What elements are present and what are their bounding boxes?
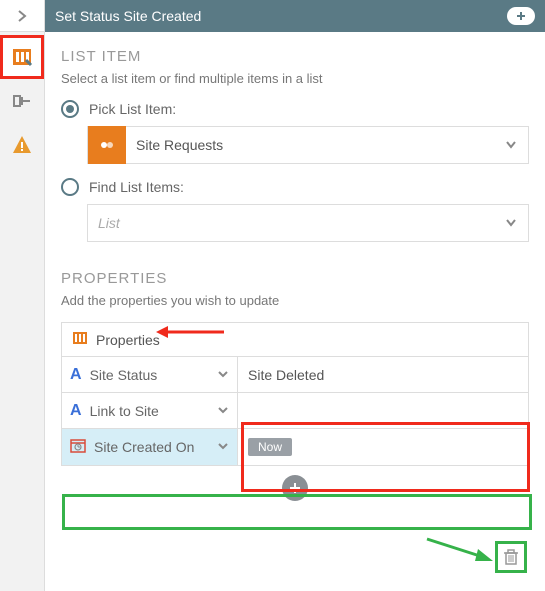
chevron-down-icon [504, 215, 518, 232]
find-list-items-radio[interactable] [61, 178, 79, 196]
add-action-pill[interactable] [507, 7, 535, 25]
delete-highlight [495, 541, 527, 573]
find-list-items-placeholder: List [98, 215, 120, 231]
property-value-text: Site Deleted [248, 367, 324, 383]
text-type-icon: A [70, 366, 82, 384]
property-key-select[interactable]: Site Created On [62, 429, 238, 465]
property-key-select[interactable]: A Link to Site [62, 393, 238, 428]
now-chip[interactable]: Now [248, 438, 292, 456]
chevron-down-icon [217, 367, 229, 383]
property-value-input[interactable] [238, 393, 528, 428]
site-requests-icon [88, 126, 126, 164]
form-tab[interactable] [3, 82, 41, 120]
property-key-select[interactable]: A Site Status [62, 357, 238, 392]
pick-list-item-label: Pick List Item: [89, 101, 176, 117]
properties-icon [72, 330, 88, 349]
panel-title: Set Status Site Created [55, 8, 201, 24]
find-list-items-label: Find List Items: [89, 179, 184, 195]
list-tab[interactable] [3, 38, 41, 76]
properties-table: Properties A Site Status Site Deleted A [61, 322, 529, 466]
properties-section-title: PROPERTIES [61, 270, 529, 287]
sidebar [0, 0, 45, 591]
properties-subtitle: Add the properties you wish to update [61, 293, 529, 308]
properties-table-header: Properties [62, 323, 528, 357]
date-type-icon [70, 437, 86, 457]
delete-button[interactable] [500, 546, 522, 568]
chevron-down-icon [217, 403, 229, 419]
property-row-site-created-on: Site Created On Now [62, 429, 528, 465]
property-key-label: Site Status [90, 367, 158, 383]
property-value-input[interactable]: Site Deleted [238, 357, 528, 392]
text-type-icon: A [70, 402, 82, 420]
property-row-site-status: A Site Status Site Deleted [62, 357, 528, 393]
pick-list-item-select[interactable]: Site Requests [87, 126, 529, 164]
chevron-down-icon [217, 439, 229, 455]
add-property-button[interactable] [282, 475, 308, 501]
list-item-subtitle: Select a list item or find multiple item… [61, 71, 529, 86]
chevron-down-icon [504, 137, 518, 154]
warning-tab[interactable] [3, 126, 41, 164]
find-list-items-select[interactable]: List [87, 204, 529, 242]
list-item-section-title: LIST ITEM [61, 48, 529, 65]
property-key-label: Site Created On [94, 439, 194, 455]
pick-list-item-value: Site Requests [126, 137, 504, 153]
collapse-panel-button[interactable] [0, 0, 44, 32]
property-row-link-to-site: A Link to Site [62, 393, 528, 429]
pick-list-item-radio[interactable] [61, 100, 79, 118]
properties-header-label: Properties [96, 332, 160, 348]
property-key-label: Link to Site [90, 403, 159, 419]
property-value-input[interactable]: Now [238, 429, 528, 465]
panel-header: Set Status Site Created [45, 0, 545, 32]
